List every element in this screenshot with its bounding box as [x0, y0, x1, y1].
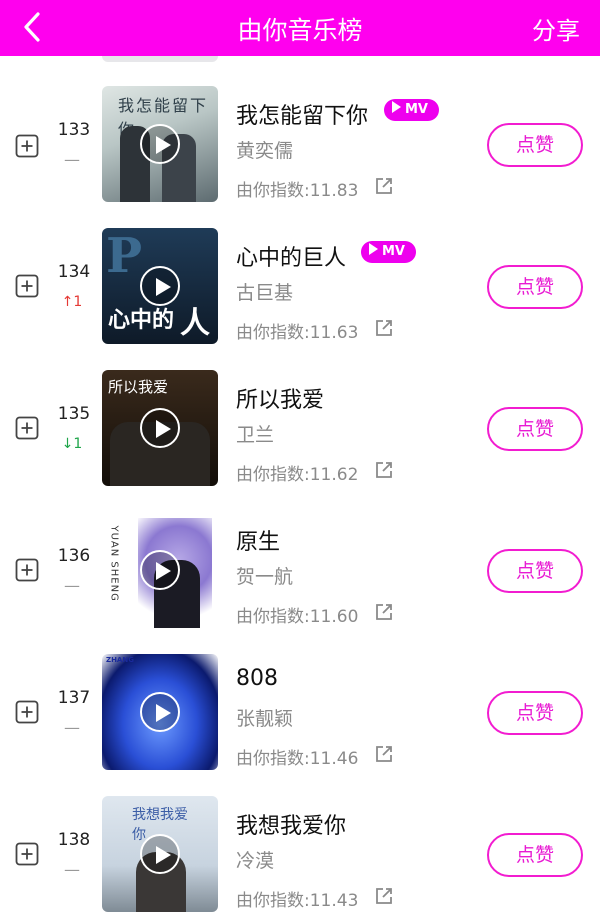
share-out-icon[interactable]: [374, 460, 394, 480]
share-out-icon[interactable]: [374, 318, 394, 338]
share-out-icon[interactable]: [374, 176, 394, 196]
play-triangle-icon: [369, 243, 378, 255]
cover-graphic: 人: [180, 306, 210, 341]
album-cover[interactable]: P 心中的 人: [102, 228, 218, 344]
like-button[interactable]: 点赞: [487, 691, 583, 735]
album-cover[interactable]: 我想我爱你: [102, 796, 218, 912]
popularity-index: 由你指数:11.60: [236, 602, 358, 627]
trend-indicator: ↓1: [61, 436, 83, 452]
index-label: 由你指数:: [236, 323, 310, 343]
play-circle-icon[interactable]: [140, 834, 180, 874]
list-item[interactable]: 133 — 我怎能留下你 我怎能留下你 MV 黄奕儒 由你指数:11.83 点赞: [0, 86, 600, 227]
trend-indicator: —: [64, 860, 80, 879]
index-label: 由你指数:: [236, 607, 310, 627]
index-label: 由你指数:: [236, 465, 310, 485]
rank-number: 134: [57, 262, 91, 282]
index-label: 由你指数:: [236, 749, 310, 769]
trend-indicator: ↑1: [61, 294, 83, 310]
share-out-icon[interactable]: [374, 886, 394, 906]
artist-name[interactable]: 古巨基: [236, 278, 293, 305]
album-cover[interactable]: YUAN SHENG: [102, 512, 218, 628]
like-button[interactable]: 点赞: [487, 549, 583, 593]
like-button[interactable]: 点赞: [487, 833, 583, 877]
list-item[interactable]: 136 — YUAN SHENG 原生 贺一航 由你指数:11.60 点赞: [0, 512, 600, 653]
rank-number: 137: [57, 688, 91, 708]
plus-square-icon[interactable]: [15, 274, 39, 298]
play-circle-icon[interactable]: [140, 124, 180, 164]
trend-indicator: —: [64, 576, 80, 595]
song-title[interactable]: 我想我爱你: [236, 808, 346, 840]
like-button[interactable]: 点赞: [487, 407, 583, 451]
top-bar: 由你音乐榜 分享: [0, 0, 600, 56]
mv-label: MV: [405, 102, 428, 117]
rank-number: 133: [57, 120, 91, 140]
plus-square-icon[interactable]: [15, 842, 39, 866]
rank-number: 135: [57, 404, 91, 424]
list-item[interactable]: 138 — 我想我爱你 我想我爱你 冷漠 由你指数:11.43 点赞: [0, 796, 600, 924]
mv-badge[interactable]: MV: [384, 99, 439, 121]
share-button[interactable]: 分享: [532, 11, 580, 46]
index-value: 11.60: [309, 607, 359, 627]
artist-name[interactable]: 张靓颖: [236, 704, 293, 731]
plus-square-icon[interactable]: [15, 134, 39, 158]
chart-list[interactable]: 133 — 我怎能留下你 我怎能留下你 MV 黄奕儒 由你指数:11.83 点赞…: [0, 56, 600, 924]
share-out-icon[interactable]: [374, 744, 394, 764]
album-cover[interactable]: ZHANG: [102, 654, 218, 770]
rank-number: 138: [57, 830, 91, 850]
index-value: 11.83: [309, 181, 359, 201]
popularity-index: 由你指数:11.63: [236, 318, 358, 343]
play-triangle-icon: [392, 101, 401, 113]
plus-square-icon[interactable]: [15, 558, 39, 582]
song-title[interactable]: 我怎能留下你: [236, 98, 368, 130]
song-title[interactable]: 原生: [236, 524, 280, 556]
index-label: 由你指数:: [236, 891, 310, 911]
artist-name[interactable]: 黄奕儒: [236, 136, 293, 163]
song-title[interactable]: 808: [236, 666, 278, 691]
popularity-index: 由你指数:11.46: [236, 744, 358, 769]
play-circle-icon[interactable]: [140, 266, 180, 306]
song-title[interactable]: 心中的巨人: [236, 240, 346, 272]
popularity-index: 由你指数:11.83: [236, 176, 358, 201]
song-title[interactable]: 所以我爱: [236, 382, 324, 414]
mv-label: MV: [382, 244, 405, 259]
plus-square-icon[interactable]: [15, 416, 39, 440]
cover-title: 心中的: [108, 307, 175, 333]
cover-title: ZHANG: [106, 656, 134, 664]
artist-name[interactable]: 卫兰: [236, 420, 274, 447]
list-item[interactable]: 137 — ZHANG 808 张靓颖 由你指数:11.46 点赞: [0, 654, 600, 795]
mv-badge[interactable]: MV: [361, 241, 416, 263]
like-button[interactable]: 点赞: [487, 123, 583, 167]
play-circle-icon[interactable]: [140, 550, 180, 590]
index-value: 11.46: [309, 749, 359, 769]
list-item[interactable]: 135 ↓1 所以我爱 所以我爱 卫兰 由你指数:11.62 点赞: [0, 370, 600, 511]
list-item[interactable]: 134 ↑1 P 心中的 人 心中的巨人 MV 古巨基 由你指数:11.63 点…: [0, 228, 600, 369]
like-button[interactable]: 点赞: [487, 265, 583, 309]
album-cover[interactable]: 我怎能留下你: [102, 86, 218, 202]
cover-title: 所以我爱: [108, 378, 169, 396]
cover-title: YUAN SHENG: [108, 525, 120, 602]
previous-cover-edge: [102, 56, 218, 62]
rank-number: 136: [57, 546, 91, 566]
play-circle-icon[interactable]: [140, 692, 180, 732]
plus-square-icon[interactable]: [15, 700, 39, 724]
index-value: 11.62: [309, 465, 359, 485]
page-title: 由你音乐榜: [237, 16, 363, 45]
index-label: 由你指数:: [236, 181, 310, 201]
play-circle-icon[interactable]: [140, 408, 180, 448]
artist-name[interactable]: 冷漠: [236, 846, 274, 873]
album-cover[interactable]: 所以我爱: [102, 370, 218, 486]
artist-name[interactable]: 贺一航: [236, 562, 293, 589]
index-value: 11.43: [309, 891, 359, 911]
share-out-icon[interactable]: [374, 602, 394, 622]
trend-indicator: —: [64, 150, 80, 169]
trend-indicator: —: [64, 718, 80, 737]
popularity-index: 由你指数:11.43: [236, 886, 358, 911]
cover-graphic: P: [106, 228, 143, 284]
index-value: 11.63: [309, 323, 359, 343]
popularity-index: 由你指数:11.62: [236, 460, 358, 485]
